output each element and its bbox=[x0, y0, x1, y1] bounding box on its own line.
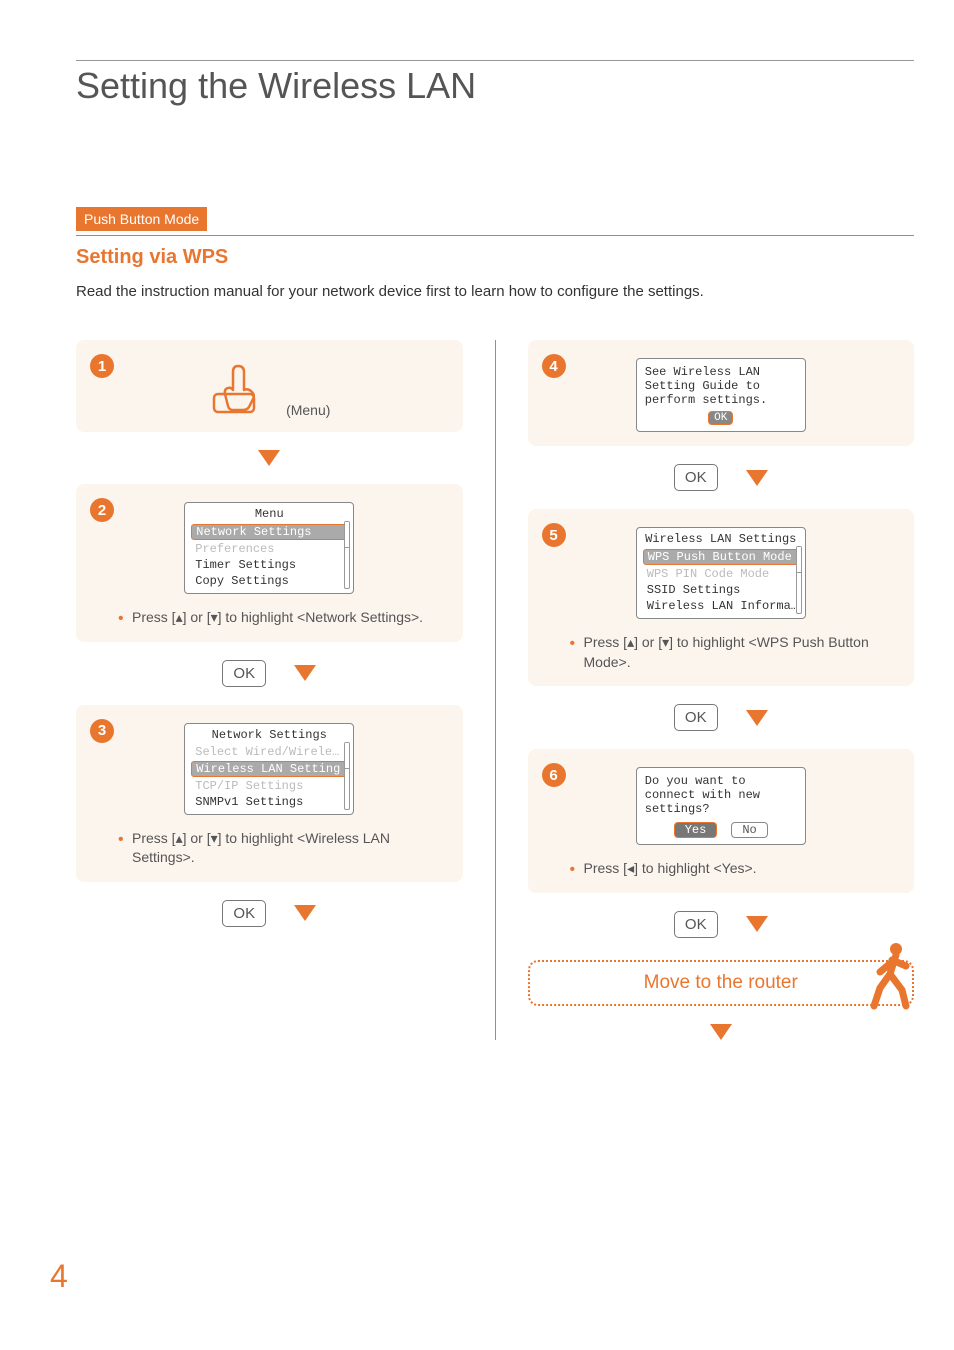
step-instruction: Press [▴] or [▾] to highlight <Wireless … bbox=[94, 829, 445, 868]
down-arrow-icon bbox=[746, 916, 768, 932]
down-arrow-icon bbox=[746, 710, 768, 726]
list-item: WPS Push Button Mode bbox=[643, 549, 799, 565]
connector: OK bbox=[528, 911, 915, 938]
connector: OK bbox=[528, 704, 915, 731]
step-badge: 6 bbox=[542, 763, 566, 787]
step-instruction: Press [◂] to highlight <Yes>. bbox=[546, 859, 897, 879]
step-badge: 3 bbox=[90, 719, 114, 743]
left-column: 1 (Menu) 2 bbox=[76, 340, 463, 1040]
intro-text: Read the instruction manual for your net… bbox=[76, 283, 914, 300]
lcd-no-button[interactable]: No bbox=[731, 822, 767, 838]
scrollbar bbox=[344, 742, 350, 810]
lcd-line: connect with new bbox=[645, 788, 797, 802]
lcd-screen: Do you want to connect with new settings… bbox=[636, 767, 806, 845]
scrollbar bbox=[796, 546, 802, 614]
scrollbar bbox=[344, 521, 350, 589]
list-item: Timer Settings bbox=[185, 557, 353, 573]
list-item: Wireless LAN Informa… bbox=[637, 598, 805, 614]
ok-button[interactable]: OK bbox=[674, 911, 718, 938]
step-badge: 2 bbox=[90, 498, 114, 522]
ok-button[interactable]: OK bbox=[222, 660, 266, 687]
step-badge: 4 bbox=[542, 354, 566, 378]
lcd-screen: Wireless LAN Settings WPS Push Button Mo… bbox=[636, 527, 806, 619]
press-menu-icon bbox=[208, 358, 278, 418]
ok-button[interactable]: OK bbox=[674, 464, 718, 491]
connector: OK bbox=[76, 660, 463, 687]
section-subtitle: Setting via WPS bbox=[76, 246, 914, 269]
lcd-ok-button[interactable]: OK bbox=[708, 411, 733, 425]
page-number: 4 bbox=[50, 1258, 68, 1295]
list-item: TCP/IP Settings bbox=[185, 778, 353, 794]
router-banner-text: Move to the router bbox=[644, 972, 798, 993]
step-3: 3 Network Settings Select Wired/Wirele… … bbox=[76, 705, 463, 882]
router-banner: Move to the router bbox=[528, 960, 915, 1006]
lcd-line: settings? bbox=[645, 802, 797, 816]
lcd-line: Do you want to bbox=[645, 774, 797, 788]
right-column: 4 See Wireless LAN Setting Guide to perf… bbox=[528, 340, 915, 1040]
list-item: SSID Settings bbox=[637, 582, 805, 598]
down-arrow-icon bbox=[294, 905, 316, 921]
lcd-line: perform settings. bbox=[645, 393, 797, 407]
connector bbox=[76, 450, 463, 466]
connector: OK bbox=[528, 464, 915, 491]
lcd-title: Menu bbox=[185, 507, 353, 523]
down-arrow-icon bbox=[746, 470, 768, 486]
down-arrow-icon bbox=[710, 1024, 732, 1040]
list-item: Copy Settings bbox=[185, 573, 353, 589]
list-item: Preferences bbox=[185, 541, 353, 557]
step-4: 4 See Wireless LAN Setting Guide to perf… bbox=[528, 340, 915, 446]
step-2: 2 Menu Network Settings Preferences Time… bbox=[76, 484, 463, 642]
connector bbox=[528, 1024, 915, 1040]
step-badge: 5 bbox=[542, 523, 566, 547]
step-badge: 1 bbox=[90, 354, 114, 378]
list-item: Network Settings bbox=[191, 524, 347, 540]
list-item: Wireless LAN Setting bbox=[191, 761, 347, 777]
lcd-yes-button[interactable]: Yes bbox=[674, 822, 718, 838]
column-divider bbox=[495, 340, 496, 1040]
list-item: WPS PIN Code Mode bbox=[637, 566, 805, 582]
lcd-title: Network Settings bbox=[185, 728, 353, 744]
lcd-screen: See Wireless LAN Setting Guide to perfor… bbox=[636, 358, 806, 432]
menu-label: (Menu) bbox=[286, 402, 330, 418]
down-arrow-icon bbox=[294, 665, 316, 681]
down-arrow-icon bbox=[258, 450, 280, 466]
connector: OK bbox=[76, 900, 463, 927]
lcd-screen: Menu Network Settings Preferences Timer … bbox=[184, 502, 354, 594]
ok-button[interactable]: OK bbox=[674, 704, 718, 731]
step-instruction: Press [▴] or [▾] to highlight <Network S… bbox=[94, 608, 445, 628]
lcd-title: Wireless LAN Settings bbox=[637, 532, 805, 548]
list-item: SNMPv1 Settings bbox=[185, 794, 353, 810]
step-1: 1 (Menu) bbox=[76, 340, 463, 432]
lcd-screen: Network Settings Select Wired/Wirele… Wi… bbox=[184, 723, 354, 815]
step-6: 6 Do you want to connect with new settin… bbox=[528, 749, 915, 893]
step-5: 5 Wireless LAN Settings WPS Push Button … bbox=[528, 509, 915, 686]
list-item: Select Wired/Wirele… bbox=[185, 744, 353, 760]
lcd-line: See Wireless LAN bbox=[645, 365, 797, 379]
walking-person-icon bbox=[862, 940, 918, 1010]
page-title: Setting the Wireless LAN bbox=[76, 65, 914, 107]
lcd-line: Setting Guide to bbox=[645, 379, 797, 393]
step-instruction: Press [▴] or [▾] to highlight <WPS Push … bbox=[546, 633, 897, 672]
ok-button[interactable]: OK bbox=[222, 900, 266, 927]
mode-tag: Push Button Mode bbox=[76, 207, 207, 231]
